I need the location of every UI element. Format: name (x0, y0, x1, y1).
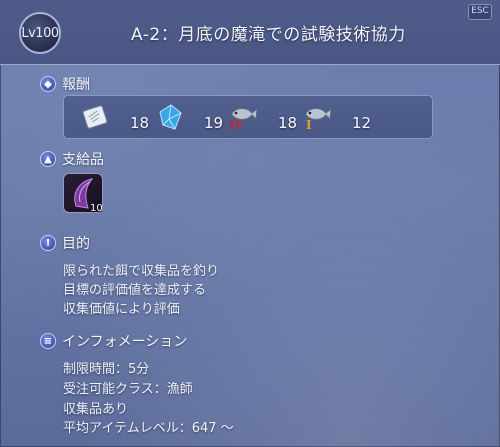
objective-line: 目標の評価値を達成する (63, 283, 207, 298)
grade-badge: IV (229, 118, 244, 132)
reward-icon: ◆ (40, 76, 56, 92)
objective-icon: ! (40, 235, 56, 251)
mission-panel: Lv100 A-2：月底の魔滝での試験技術協力 ESC ◆ 報酬 18 19 I… (0, 0, 500, 447)
crystal-icon[interactable] (157, 103, 185, 131)
supply-label: 支給品 (62, 152, 104, 168)
reward-count: 18 (278, 114, 298, 132)
close-button[interactable]: ESC (468, 4, 492, 20)
supply-icon: ▲ (40, 151, 56, 167)
objective-line: 限られた餌で収集品を釣り (63, 264, 220, 279)
objective-line: 収集価値により評価 (63, 302, 180, 317)
reward-count: 19 (204, 114, 224, 132)
objective-label: 目的 (62, 236, 90, 252)
info-label: インフォメーション (62, 334, 188, 350)
scrip-paper-icon[interactable] (81, 103, 109, 131)
mission-title: A-2：月底の魔滝での試験技術協力 (131, 25, 406, 45)
reward-count: 12 (352, 114, 372, 132)
info-icon: ≡ (40, 333, 56, 349)
info-line: 制限時間：5分 (63, 362, 150, 377)
reward-count: 18 (130, 114, 150, 132)
reward-label: 報酬 (62, 77, 90, 93)
grade-badge: I (306, 118, 312, 132)
info-line: 受注可能クラス：漁師 (63, 382, 193, 397)
supply-count: 10 (90, 203, 103, 214)
mission-header: Lv100 A-2：月底の魔滝での試験技術協力 ESC (0, 0, 500, 65)
info-line: 平均アイテムレベル：647 ～ (63, 421, 234, 436)
level-badge: Lv100 (19, 12, 61, 54)
info-line: 収集品あり (63, 402, 129, 417)
